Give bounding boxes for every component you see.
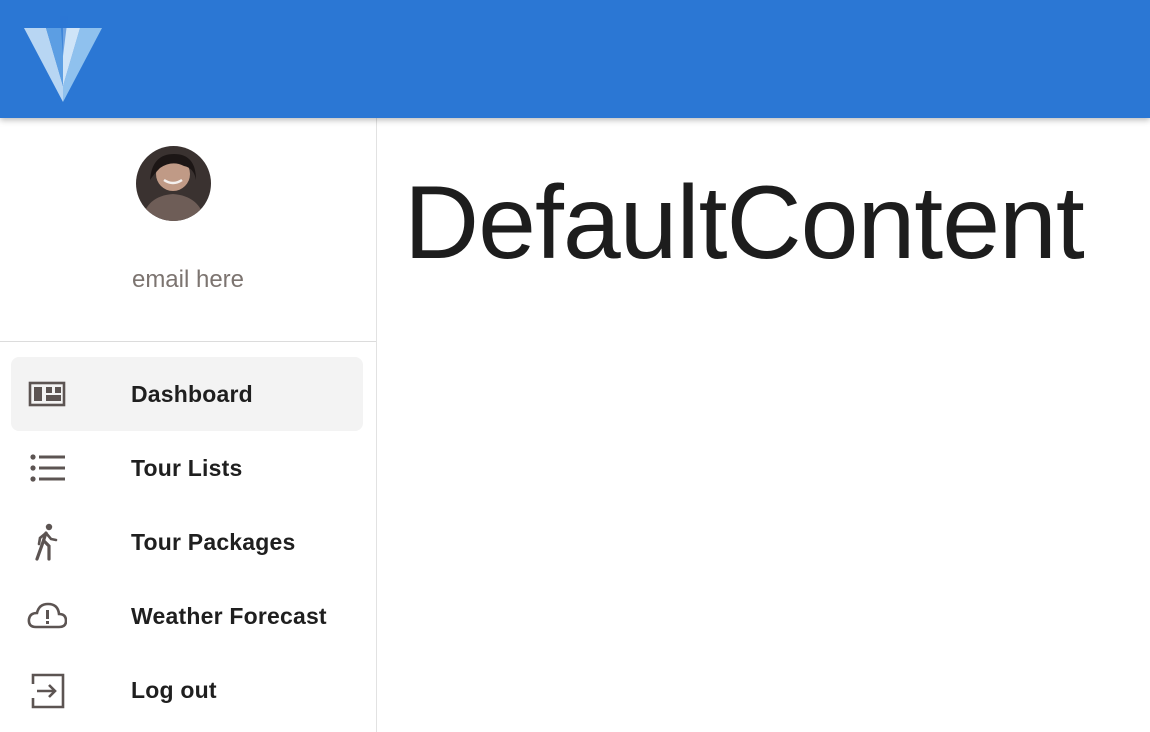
list-icon <box>27 448 67 488</box>
nav-item-label: Weather Forecast <box>131 602 327 629</box>
nav-item-label: Dashboard <box>131 380 253 407</box>
vuetify-logo-icon[interactable] <box>24 16 102 102</box>
exit-icon <box>27 670 67 710</box>
navigation-drawer: email here Dashboard Tour Lists Tour Pac… <box>0 118 377 732</box>
page-title: DefaultContent <box>404 165 1085 281</box>
nav-item-dashboard[interactable]: Dashboard <box>11 357 363 431</box>
cloud-alert-icon <box>27 596 68 636</box>
nav-item-tour-lists[interactable]: Tour Lists <box>11 431 363 505</box>
nav-item-log-out[interactable]: Log out <box>11 653 363 727</box>
nav-item-weather-forecast[interactable]: Weather Forecast <box>11 579 363 653</box>
walk-icon <box>27 522 67 562</box>
nav-item-label: Tour Lists <box>131 454 243 481</box>
dashboard-icon <box>27 374 67 414</box>
nav-item-tour-packages[interactable]: Tour Packages <box>11 505 363 579</box>
nav-item-label: Tour Packages <box>131 528 296 555</box>
nav-list: Dashboard Tour Lists Tour Packages Weath… <box>0 357 376 727</box>
nav-item-label: Log out <box>131 676 217 703</box>
app-bar <box>0 0 1150 118</box>
avatar[interactable] <box>136 146 211 221</box>
profile-section: email here <box>0 118 376 342</box>
user-email: email here <box>131 266 245 293</box>
